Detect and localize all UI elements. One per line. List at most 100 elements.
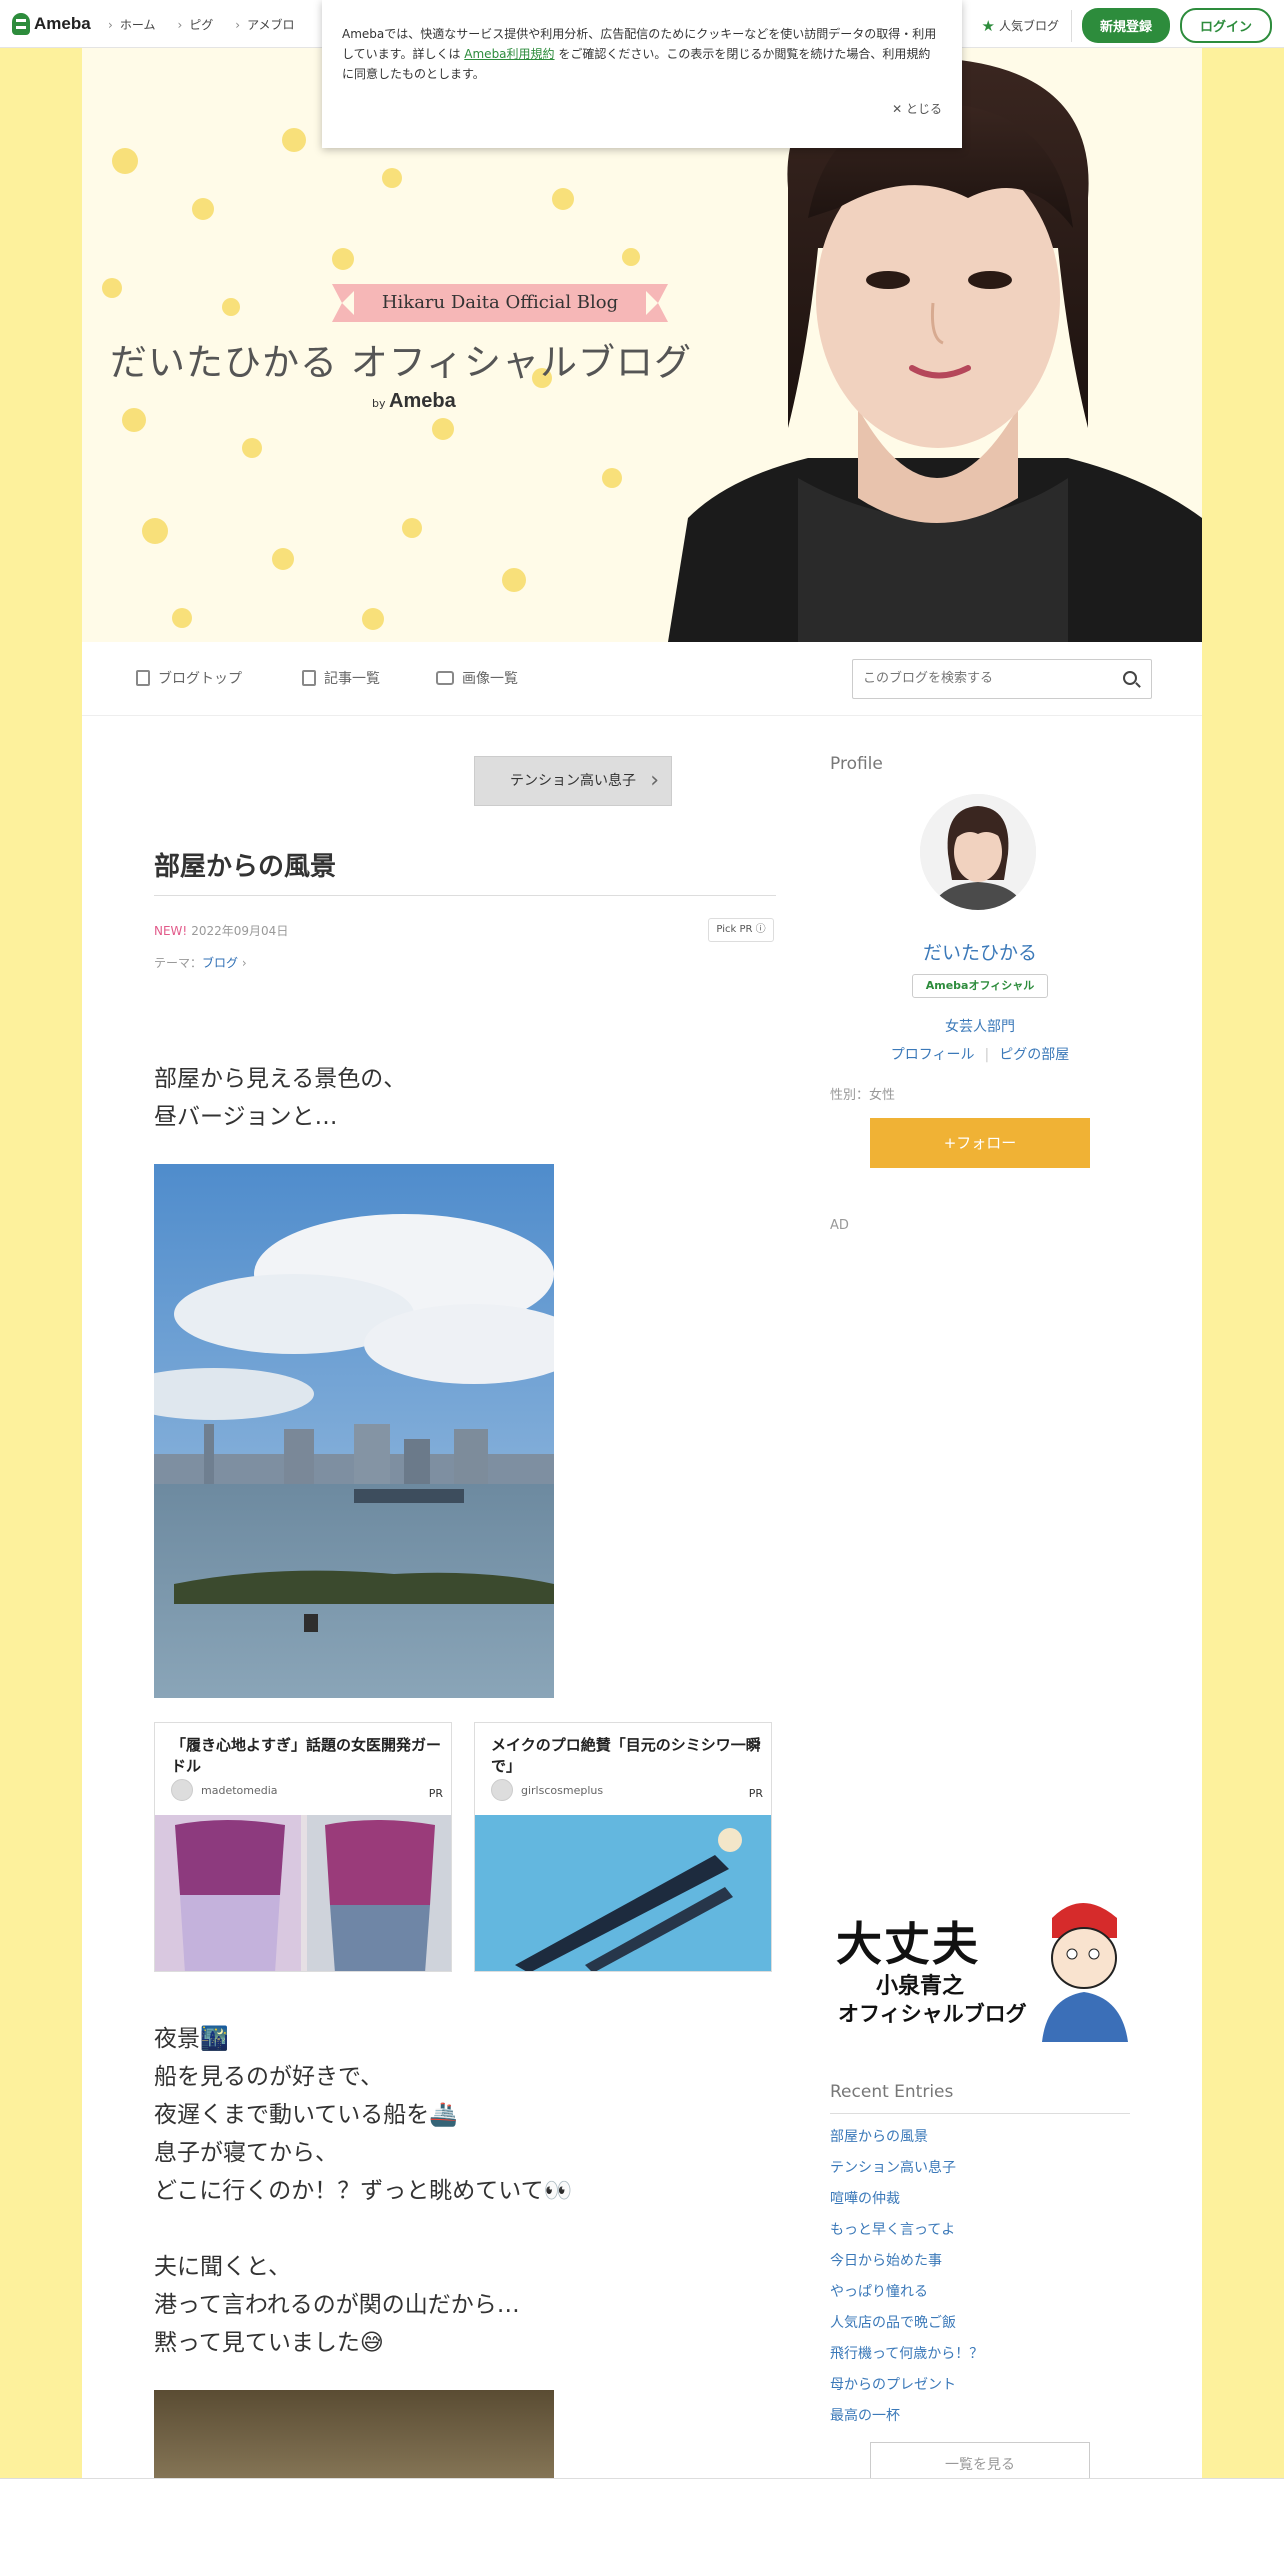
cookie-text: Amebaでは、快適なサービス提供や利用分析、広告配信のためにクッキーなどを使い… <box>342 24 940 84</box>
polka-dot <box>552 188 574 210</box>
sponsored-title: 「履き心地よすぎ」話題の女医開発ガードル <box>171 1736 442 1775</box>
genre-link[interactable]: 女芸人部門 <box>830 1016 1130 1036</box>
search-input[interactable] <box>863 660 1103 696</box>
polka-dot <box>192 198 214 220</box>
login-button[interactable]: ログイン <box>1179 8 1272 43</box>
recent-entry-link[interactable]: 部屋からの風景 <box>830 2126 983 2157</box>
nav-blog-top-label: ブログトップ <box>158 671 242 687</box>
entry-paragraph-3: 夫に聞くと、 港って言われるのが関の山だから… 黙って見ていました😅 <box>154 2254 520 2356</box>
follow-button[interactable]: +フォロー <box>870 1118 1090 1168</box>
source-name: girlscosmeplus <box>521 1783 604 1797</box>
pigg-room-link[interactable]: ピグの部屋 <box>999 1047 1069 1063</box>
camera-icon <box>436 671 454 685</box>
entry-date: 2022年09月04日 <box>191 924 289 938</box>
see-all-button[interactable]: 一覧を見る <box>870 2442 1090 2478</box>
recent-entry-link[interactable]: 人気店の品で晩ご飯 <box>830 2312 983 2343</box>
nav-entry-list-label: 記事一覧 <box>324 671 380 687</box>
banner-text-2: 小泉青之 <box>876 1974 965 1999</box>
daytime-view-photo[interactable] <box>154 1164 554 1698</box>
bottom-bar <box>0 2478 1284 2568</box>
copy-icon <box>302 670 316 686</box>
profile-link[interactable]: プロフィール <box>891 1047 975 1063</box>
ameba-logo-icon <box>12 13 30 35</box>
recent-entry-link[interactable]: 今日から始めた事 <box>830 2250 983 2281</box>
document-icon <box>136 670 150 686</box>
polka-dot <box>502 568 526 592</box>
night-view-photo[interactable] <box>154 2390 554 2478</box>
polka-dot <box>282 128 306 152</box>
entry-paragraph-2: 夜景🌃 船を見るのが好きで、 夜遅くまで動いている船を🚢 息子が寝てから、 どこ… <box>154 2026 573 2204</box>
sponsored-image <box>155 1815 451 1971</box>
recent-entry-link[interactable]: テンション高い息子 <box>830 2157 983 2188</box>
polka-dot <box>432 418 454 440</box>
profile-links: プロフィール | ピグの部屋 <box>830 1044 1130 1064</box>
global-nav: ホーム ピグ アメブロ <box>108 16 295 33</box>
sponsored-title: メイクのプロ絶賛「目元のシミシワ一瞬で」 <box>491 1736 761 1775</box>
sponsored-card-2[interactable]: メイクのプロ絶賛「目元のシミシワ一瞬で」 girlscosmeplus PR <box>474 1722 772 1972</box>
profile-name[interactable]: だいたひかる <box>830 938 1130 965</box>
sponsored-source: girlscosmeplus <box>491 1779 603 1801</box>
previous-entry-link[interactable]: テンション高い息子 <box>474 756 672 806</box>
recent-entry-link[interactable]: 母からのプレゼント <box>830 2374 983 2405</box>
recent-entries-heading: Recent Entries <box>830 2082 1130 2114</box>
pick-pr-button[interactable]: Pick PR ⓘ <box>708 918 774 942</box>
polka-dot <box>222 298 240 316</box>
by-ameba: by Ameba <box>372 390 456 413</box>
header-actions: ★ 人気ブログ 新規登録 ログイン <box>981 8 1272 43</box>
recent-entry-link[interactable]: もっと早く言ってよ <box>830 2219 983 2250</box>
ameba-logo[interactable]: Ameba <box>12 12 91 36</box>
blog-banner[interactable]: 大丈夫 小泉青之 オフィシャルブログ <box>832 1888 1128 2042</box>
entry-meta: NEW! 2022年09月04日 <box>154 922 288 939</box>
nav-pigg[interactable]: ピグ <box>177 16 213 33</box>
close-icon: ✕ <box>892 102 906 116</box>
register-button[interactable]: 新規登録 <box>1081 8 1170 43</box>
blog-title[interactable]: だいたひかる オフィシャルブログ <box>110 332 692 386</box>
nav-home[interactable]: ホーム <box>108 16 156 33</box>
source-avatar <box>491 1779 513 1801</box>
source-name: madetomedia <box>201 1783 278 1797</box>
nav-blog-top[interactable]: ブログトップ <box>136 668 242 688</box>
banner-text-3: オフィシャルブログ <box>838 2002 1027 2026</box>
star-icon: ★ <box>981 16 995 35</box>
polka-dot <box>122 408 146 432</box>
cookie-close-label: とじる <box>905 102 942 116</box>
ranking-link[interactable]: ★ 人気ブログ <box>981 9 1072 42</box>
search-icon[interactable] <box>1123 671 1137 685</box>
recent-entry-link[interactable]: 喧嘩の仲裁 <box>830 2188 983 2219</box>
polka-dot <box>622 248 640 266</box>
recent-entry-link[interactable]: 最高の一杯 <box>830 2405 983 2436</box>
ad-label: AD <box>830 1218 849 1233</box>
polka-dot <box>362 608 384 630</box>
recent-entry-link[interactable]: やっぱり憧れる <box>830 2281 983 2312</box>
theme-link[interactable]: ブログ <box>202 956 238 970</box>
nav-entry-list[interactable]: 記事一覧 <box>302 668 380 688</box>
nav-ameblo[interactable]: アメブロ <box>235 16 294 33</box>
entry-theme: テーマ：ブログ › <box>154 956 247 970</box>
recent-entries-list: 部屋からの風景 テンション高い息子 喧嘩の仲裁 もっと早く言ってよ 今日から始め… <box>830 2126 983 2436</box>
theme-label: テーマ： <box>154 956 203 970</box>
sponsored-card-1[interactable]: 「履き心地よすぎ」話題の女医開発ガードル madetomedia PR <box>154 1722 452 1972</box>
ameba-logo-text: Ameba <box>34 14 91 33</box>
new-badge: NEW! <box>154 924 188 938</box>
polka-dot <box>332 248 354 270</box>
cookie-close-button[interactable]: ✕ とじる <box>892 100 942 117</box>
polka-dot <box>402 518 422 538</box>
nav-image-list[interactable]: 画像一覧 <box>436 668 518 688</box>
entry-title[interactable]: 部屋からの風景 <box>154 846 776 896</box>
pr-label: PR <box>428 1787 443 1800</box>
banner-text-1: 大丈夫 <box>836 1917 980 1971</box>
pr-label: PR <box>748 1787 763 1800</box>
official-badge: Amebaオフィシャル <box>912 974 1048 998</box>
polka-dot <box>242 438 262 458</box>
profile-heading: Profile <box>830 754 883 774</box>
recent-entry-link[interactable]: 飛行機って何歳から！？ <box>830 2343 983 2374</box>
cookie-consent-dialog: Amebaでは、快適なサービス提供や利用分析、広告配信のためにクッキーなどを使い… <box>322 0 962 148</box>
polka-dot <box>272 548 294 570</box>
polka-dot <box>102 278 122 298</box>
polka-dot <box>602 468 622 488</box>
polka-dot <box>172 608 192 628</box>
blog-nav: ブログトップ 記事一覧 画像一覧 <box>82 642 1202 716</box>
terms-link[interactable]: Ameba利用規約 <box>464 47 554 61</box>
polka-dot <box>142 518 168 544</box>
profile-avatar[interactable] <box>920 794 1036 910</box>
